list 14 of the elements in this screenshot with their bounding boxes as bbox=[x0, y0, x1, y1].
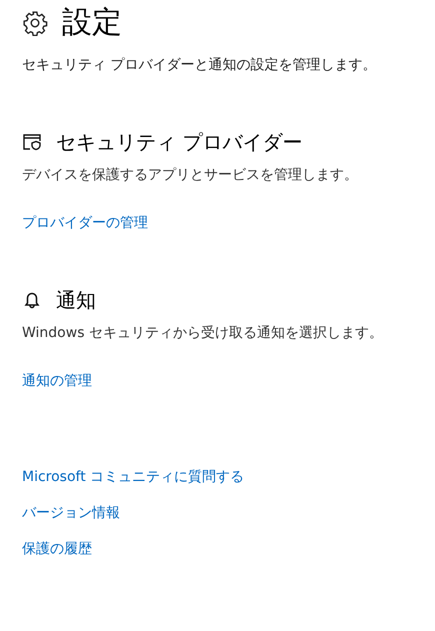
footer-link[interactable]: バージョン情報 bbox=[22, 504, 120, 522]
section-description: Windows セキュリティから受け取る通知を選択します。 bbox=[22, 324, 384, 342]
settings-icon bbox=[22, 10, 48, 36]
section-description: デバイスを保護するアプリとサービスを管理します。 bbox=[22, 166, 359, 184]
footer-link[interactable]: 保護の履歴 bbox=[22, 540, 92, 558]
section-title: セキュリティ プロバイダー bbox=[56, 129, 302, 156]
section-title: 通知 bbox=[56, 287, 96, 314]
manage-link[interactable]: プロバイダーの管理 bbox=[22, 214, 148, 232]
page-title: 設定 bbox=[62, 8, 122, 38]
page-subtitle: セキュリティ プロバイダーと通知の設定を管理します。 bbox=[22, 56, 378, 74]
shield-window-icon bbox=[22, 132, 42, 152]
manage-link[interactable]: 通知の管理 bbox=[22, 372, 92, 390]
footer-link[interactable]: Microsoft コミュニティに質問する bbox=[22, 468, 244, 486]
bell-icon bbox=[22, 290, 42, 310]
